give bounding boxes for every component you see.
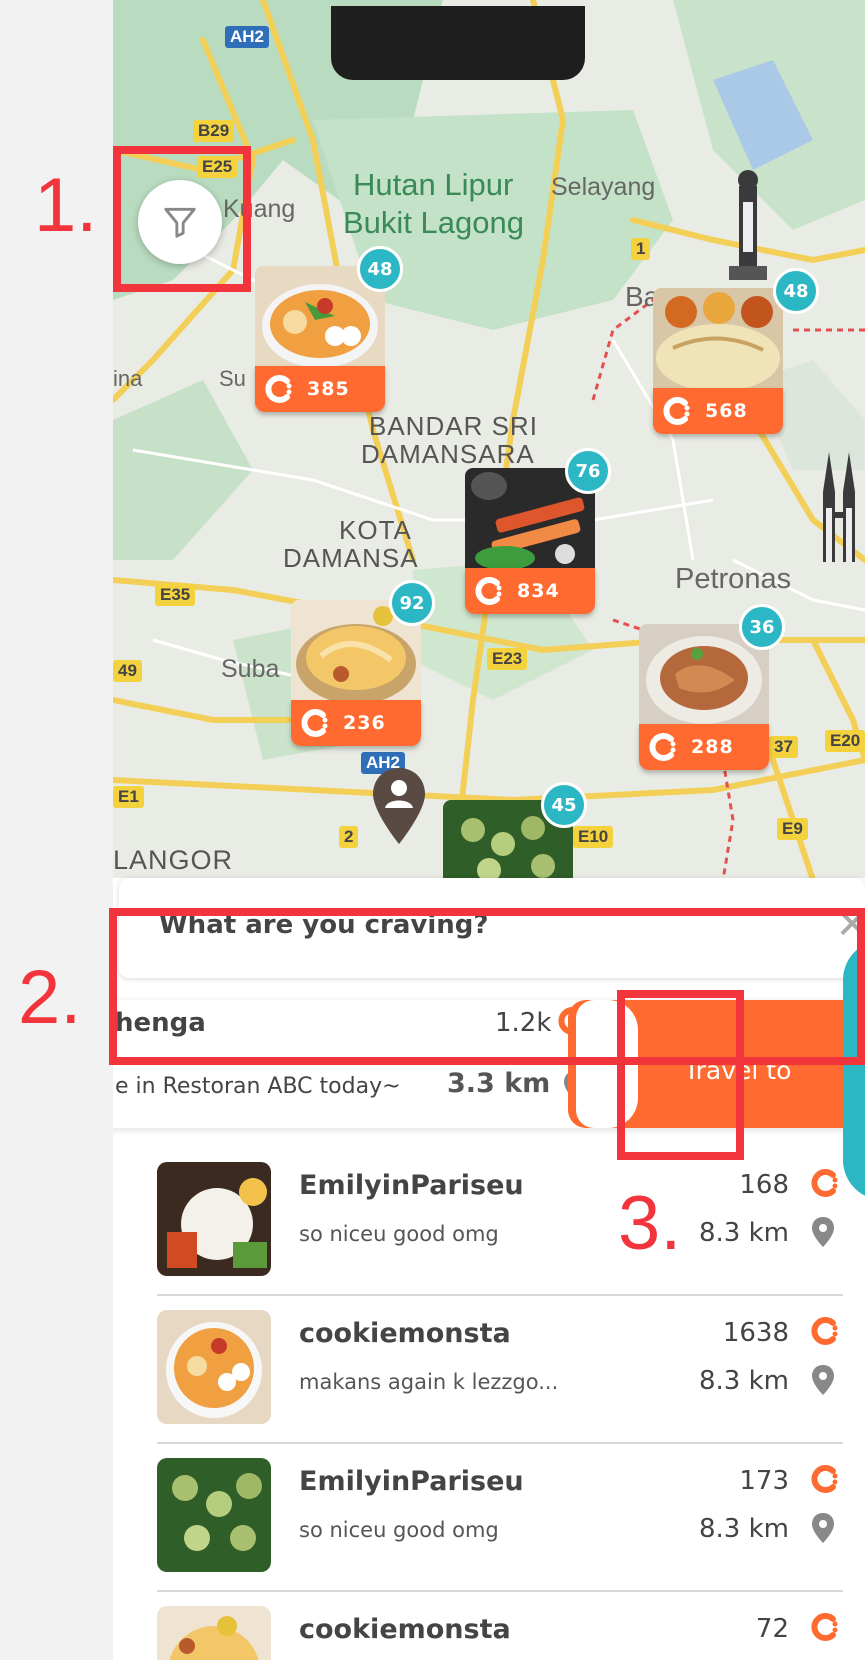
post-caption: so niceu good omg xyxy=(299,1222,499,1246)
pin-value: 385 xyxy=(307,378,350,400)
list-item[interactable]: cookiemonsta 72 xyxy=(113,1592,865,1660)
pin-count-badge: 36 xyxy=(739,604,785,650)
username: EmilyinPariseu xyxy=(299,1170,524,1201)
coin-count: 1638 xyxy=(722,1318,789,1348)
pin-count-badge: 92 xyxy=(389,580,435,626)
food-thumbnail xyxy=(157,1606,271,1660)
map-label: LANGOR xyxy=(113,845,234,875)
pin-value: 236 xyxy=(343,712,386,734)
annotation-box-filter xyxy=(113,146,251,292)
coin-count: 168 xyxy=(739,1170,789,1200)
username: cookiemonsta xyxy=(299,1318,511,1349)
coin-c-icon xyxy=(301,709,328,737)
pin-count-badge: 45 xyxy=(541,782,587,828)
pin-value: 568 xyxy=(705,400,748,422)
food-pin[interactable]: 568 48 xyxy=(653,268,819,438)
distance: 8.3 km xyxy=(699,1218,789,1248)
coin-c-icon xyxy=(663,397,690,425)
coin-c-icon xyxy=(811,1465,838,1493)
annotation-box-travel xyxy=(617,990,744,1160)
featured-distance: 3.3 km xyxy=(447,1068,551,1099)
food-pin[interactable]: 288 36 xyxy=(639,604,785,774)
map-label: KOTA xyxy=(339,515,412,545)
road-shield: 37 xyxy=(769,736,798,758)
location-pin-icon xyxy=(812,1513,834,1543)
annotation-number: 2. xyxy=(18,955,82,1040)
map-label: BANDAR SRI xyxy=(369,411,538,441)
pin-value-bar: 385 xyxy=(255,366,385,412)
food-pin[interactable]: 236 92 xyxy=(291,580,435,750)
phone-notch xyxy=(331,6,585,80)
username: cookiemonsta xyxy=(299,1614,511,1645)
featured-description: e in Restoran ABC today~ xyxy=(115,1074,401,1099)
map-label: Selayang xyxy=(551,173,656,201)
coin-c-icon xyxy=(811,1613,838,1641)
stage: Hutan Lipur Bukit Lagong Selayang Kuang … xyxy=(0,0,865,1660)
map-view[interactable]: Hutan Lipur Bukit Lagong Selayang Kuang … xyxy=(113,0,865,880)
post-caption: makans again k lezzgo... xyxy=(299,1370,559,1394)
coin-c-icon xyxy=(811,1169,838,1197)
food-thumbnail xyxy=(157,1162,271,1276)
pin-value-bar: 236 xyxy=(291,700,421,746)
distance: 8.3 km xyxy=(699,1514,789,1544)
annotation-number: 3. xyxy=(618,1181,682,1266)
list-item[interactable]: EmilyinPariseu so niceu good omg 173 8.3… xyxy=(113,1444,865,1592)
user-location-icon xyxy=(373,768,425,844)
list-item[interactable]: EmilyinPariseu so niceu good omg 168 8.3… xyxy=(113,1148,865,1296)
pin-count-badge: 48 xyxy=(773,268,819,314)
road-shield: E10 xyxy=(573,826,614,848)
map-label: Hutan Lipur xyxy=(353,167,514,202)
food-pin[interactable]: 385 48 xyxy=(255,246,403,416)
username: EmilyinPariseu xyxy=(299,1466,524,1497)
road-shield: B29 xyxy=(193,120,235,142)
post-caption: so niceu good omg xyxy=(299,1518,499,1542)
map-label: Suba xyxy=(221,655,280,683)
map-label: DAMANSA xyxy=(283,543,419,573)
location-pin-icon xyxy=(812,1217,834,1247)
road-shield: E1 xyxy=(113,786,144,808)
pin-count-badge: 76 xyxy=(565,448,611,494)
monument-landmark-icon xyxy=(729,170,767,280)
coin-count: 72 xyxy=(755,1614,789,1644)
petronas-towers-icon xyxy=(823,452,855,562)
road-shield: 2 xyxy=(339,826,359,848)
road-shield: 1 xyxy=(631,238,651,260)
road-shield: E20 xyxy=(825,730,865,752)
map-label: Bukit Lagong xyxy=(343,205,524,240)
location-pin-icon xyxy=(812,1365,834,1395)
coin-c-icon xyxy=(649,733,676,761)
post-list: EmilyinPariseu so niceu good omg 168 8.3… xyxy=(113,1148,865,1660)
coin-count: 173 xyxy=(739,1466,789,1496)
coin-c-icon xyxy=(265,375,292,403)
pin-value-bar: 288 xyxy=(639,724,769,770)
coin-c-icon xyxy=(811,1317,838,1345)
pin-value: 288 xyxy=(691,736,734,758)
map-label: Su xyxy=(219,366,246,391)
pin-value-bar: 834 xyxy=(465,568,595,614)
food-thumbnail xyxy=(157,1310,271,1424)
distance: 8.3 km xyxy=(699,1366,789,1396)
road-shield: AH2 xyxy=(225,26,270,48)
list-item[interactable]: cookiemonsta makans again k lezzgo... 16… xyxy=(113,1296,865,1444)
map-label: DAMANSARA xyxy=(361,439,535,469)
annotation-number: 1. xyxy=(34,163,98,248)
pin-value: 834 xyxy=(517,580,560,602)
coin-c-icon xyxy=(475,577,502,605)
food-pin[interactable]: 834 76 xyxy=(465,448,611,618)
road-shield: E23 xyxy=(487,648,528,670)
road-shield: E35 xyxy=(155,584,196,606)
road-shield: 49 xyxy=(113,660,142,682)
food-pin[interactable]: 45 xyxy=(443,782,587,880)
annotation-box-search xyxy=(109,908,865,1065)
food-photo xyxy=(653,288,783,394)
map-label: ina xyxy=(113,366,143,391)
road-shield: E9 xyxy=(777,818,808,840)
pin-count-badge: 48 xyxy=(357,246,403,292)
map-label: Petronas xyxy=(675,563,792,595)
food-thumbnail xyxy=(157,1458,271,1572)
pin-value-bar: 568 xyxy=(653,388,783,434)
